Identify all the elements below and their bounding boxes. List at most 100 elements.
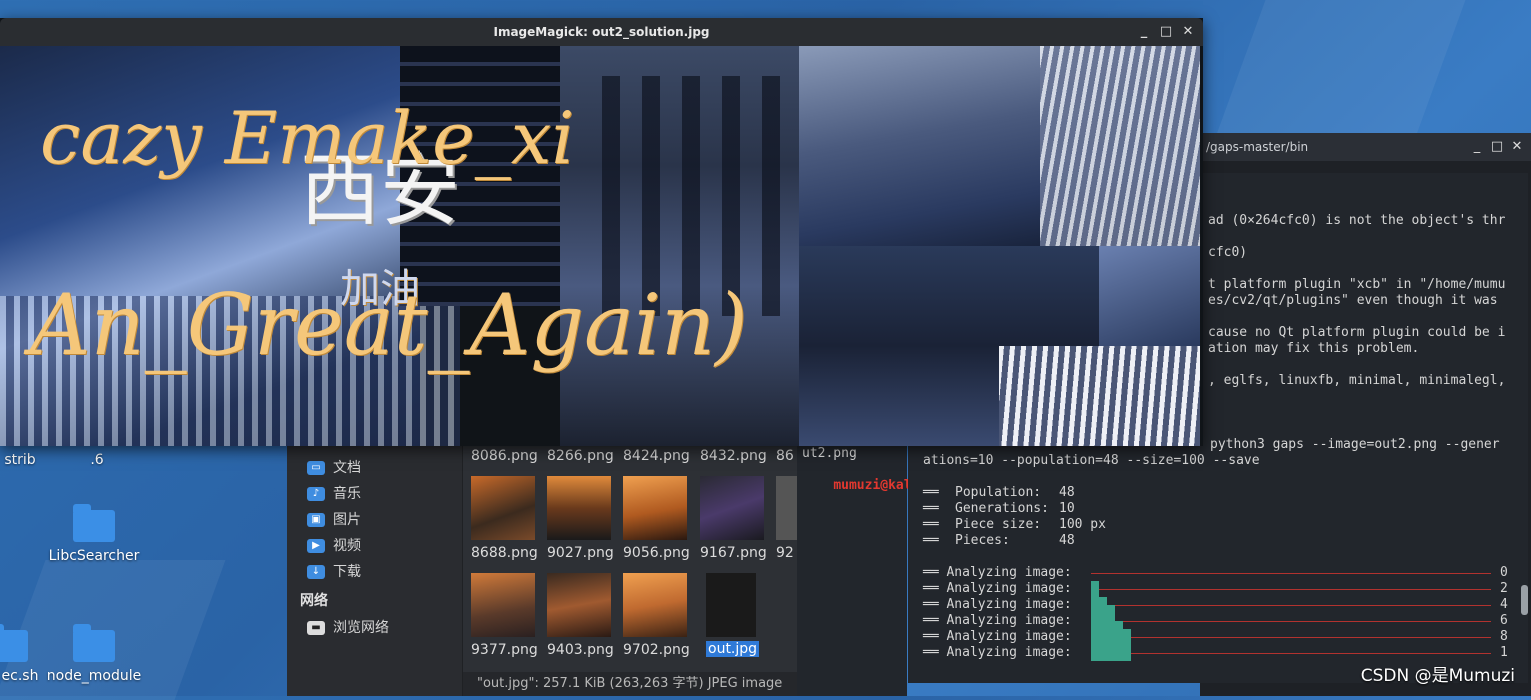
file-name[interactable]: 8266.png <box>547 448 614 464</box>
file-name-selected[interactable]: out.jpg <box>706 641 760 657</box>
minimize-icon[interactable]: _ <box>1136 24 1152 40</box>
music-icon: ♪ <box>307 487 325 501</box>
stat-value: 48 <box>1059 533 1075 548</box>
terminal-line: t platform plugin "xcb" in "/home/mumu <box>1208 277 1506 292</box>
sidebar-item-label: 音乐 <box>333 486 361 502</box>
desktop-icon-6[interactable]: .6 <box>82 452 112 468</box>
file-name[interactable]: 8688.png <box>471 545 538 561</box>
sidebar-item-downloads[interactable]: ↓ 下载 <box>307 561 361 583</box>
desktop-icon-node-module[interactable]: node_module <box>44 624 144 684</box>
image-tile-street-2 <box>1099 246 1200 346</box>
terminal-line: cause no Qt platform plugin could be i <box>1208 325 1506 340</box>
image-tile-crowd-2 <box>999 346 1200 446</box>
stat-label: Population: <box>955 485 1042 500</box>
terminal-line: cfc0) <box>1208 245 1248 260</box>
progress-value: 8 <box>1500 629 1508 644</box>
progress-value: 6 <box>1500 613 1508 628</box>
stat-value: 48 <box>1059 485 1075 500</box>
desktop-icon-label: .6 <box>90 452 104 468</box>
sidebar-item-label: 视频 <box>333 538 361 554</box>
stat-prefix: ══ <box>923 485 939 500</box>
handwriting-line-1: cazy Emake_xi <box>40 96 575 180</box>
progress-histogram <box>1123 629 1131 661</box>
progress-histogram <box>1091 581 1099 661</box>
file-thumbnail[interactable] <box>547 476 611 540</box>
sidebar-item-documents[interactable]: ▭ 文档 <box>307 457 361 479</box>
file-thumbnail[interactable] <box>547 573 611 637</box>
file-thumbnail[interactable] <box>623 476 687 540</box>
file-name[interactable]: 9403.png <box>547 642 614 658</box>
sidebar-section-network: 网络 <box>300 593 328 609</box>
terminal-line: es/cv2/qt/plugins" even though it was <box>1208 293 1498 308</box>
progress-value: 1 <box>1500 645 1508 660</box>
maximize-icon[interactable]: □ <box>1489 139 1505 155</box>
terminal-line: ad (0×264cfc0) is not the object's thr <box>1208 213 1506 228</box>
terminal-title: /gaps-master/bin <box>1206 140 1309 154</box>
sidebar-item-pictures[interactable]: ▣ 图片 <box>307 509 361 531</box>
file-name[interactable]: 9377.png <box>471 642 538 658</box>
stat-label: Pieces: <box>955 533 1010 548</box>
sidebar-item-music[interactable]: ♪ 音乐 <box>307 483 361 505</box>
document-icon: ▭ <box>307 461 325 475</box>
file-thumbnail[interactable] <box>700 476 764 540</box>
progress-value: 0 <box>1500 565 1508 580</box>
window-title: ImageMagick: out2_solution.jpg <box>493 25 710 39</box>
sidebar-item-label: 图片 <box>333 512 361 528</box>
terminal-line: ut2.png <box>802 446 857 461</box>
progress-line <box>1091 621 1491 622</box>
progress-line <box>1091 605 1491 606</box>
file-name[interactable]: 8432.png <box>700 448 767 464</box>
image-canvas: 西安 加油 cazy Emake_xi An_Great_Again) <box>0 46 1200 446</box>
desktop-icon-label: LibcSearcher <box>48 548 140 564</box>
stat-prefix: ══ <box>923 517 939 532</box>
picture-icon: ▣ <box>307 513 325 527</box>
file-name[interactable]: 9167.png <box>700 545 767 561</box>
close-icon[interactable]: ✕ <box>1509 139 1525 155</box>
progress-value: 2 <box>1500 581 1508 596</box>
file-name[interactable]: 9056.png <box>623 545 690 561</box>
video-icon: ▶ <box>307 539 325 553</box>
stat-prefix: ══ <box>923 501 939 516</box>
desktop-icon-libcsearcher[interactable]: LibcSearcher <box>44 504 144 564</box>
sidebar-item-videos[interactable]: ▶ 视频 <box>307 535 361 557</box>
stat-label: Piece size: <box>955 517 1042 532</box>
stat-value: 10 <box>1059 501 1075 516</box>
file-name[interactable]: 8086.png <box>471 448 538 464</box>
file-thumbnail[interactable] <box>471 476 535 540</box>
file-name[interactable]: 92 <box>776 545 794 561</box>
sidebar-item-label: 文档 <box>333 460 361 476</box>
folder-icon <box>73 504 115 542</box>
file-thumbnail[interactable] <box>471 573 535 637</box>
minimize-icon[interactable]: _ <box>1469 139 1485 155</box>
maximize-icon[interactable]: □ <box>1158 24 1174 40</box>
desktop-icon-label: node_module <box>46 668 142 684</box>
desktop-decoration <box>1214 0 1466 140</box>
desktop-icon-label: ec.sh <box>1 668 39 684</box>
file-name[interactable]: 9702.png <box>623 642 690 658</box>
analyzing-line: ══ Analyzing image: <box>923 629 1072 644</box>
folder-icon <box>0 624 28 662</box>
progress-line <box>1091 637 1491 638</box>
sidebar-item-label: 下载 <box>333 564 361 580</box>
close-icon[interactable]: ✕ <box>1180 24 1196 40</box>
analyzing-line: ══ Analyzing image: <box>923 645 1072 660</box>
sidebar-item-browse-network[interactable]: ▬ 浏览网络 <box>307 617 389 639</box>
file-thumbnail[interactable] <box>623 573 687 637</box>
watermark: CSDN @是Mumuzi <box>1360 666 1515 686</box>
desktop-icon-strib[interactable]: strib <box>0 452 40 468</box>
file-name[interactable]: 9027.png <box>547 545 614 561</box>
terminal-line: , eglfs, linuxfb, minimal, minimalegl, <box>1208 373 1506 388</box>
stat-prefix: ══ <box>923 533 939 548</box>
file-name[interactable]: 8424.png <box>623 448 690 464</box>
analyzing-line: ══ Analyzing image: <box>923 565 1072 580</box>
progress-line <box>1091 573 1491 574</box>
file-thumbnail[interactable] <box>776 476 797 540</box>
desktop-icon-ec-sh[interactable]: ec.sh <box>0 624 40 684</box>
stat-label: Generations: <box>955 501 1049 516</box>
file-thumbnail[interactable] <box>706 573 756 637</box>
terminal-scrollbar[interactable] <box>1521 585 1528 615</box>
analyzing-line: ══ Analyzing image: <box>923 597 1072 612</box>
terminal-line: ation may fix this problem. <box>1208 341 1420 356</box>
prompt-user: mumuzi@kali <box>833 478 920 493</box>
file-name[interactable]: 86 <box>776 448 794 464</box>
